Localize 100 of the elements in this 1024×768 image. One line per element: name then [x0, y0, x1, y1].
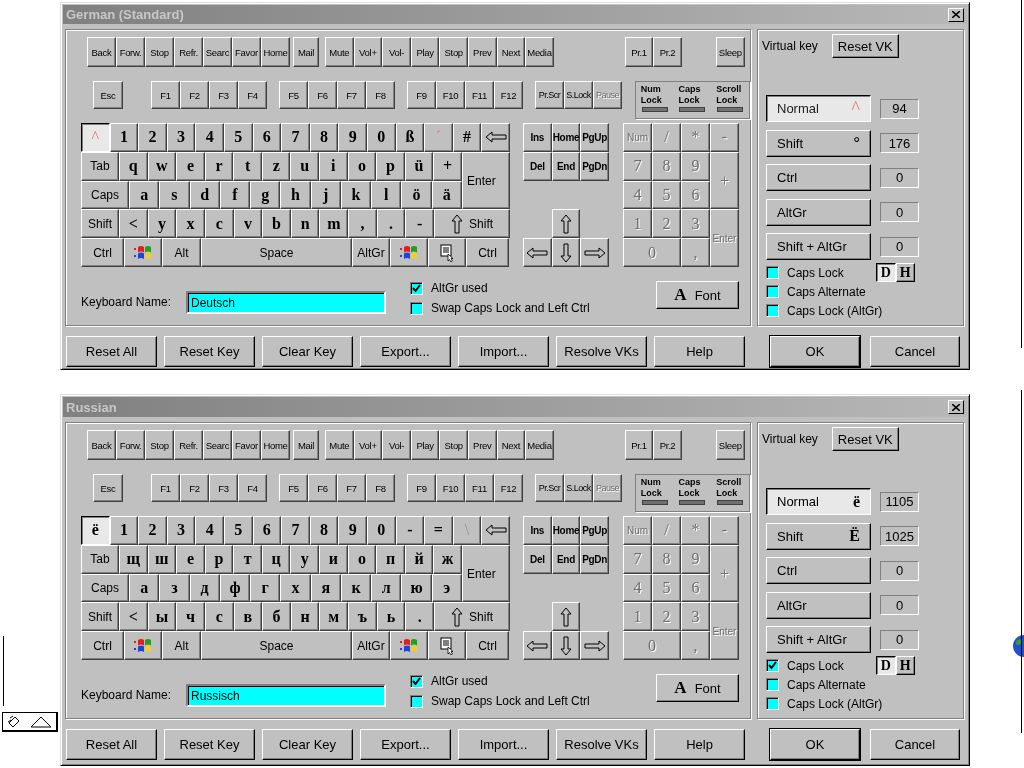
keyboard-key[interactable]: Tab [81, 544, 119, 574]
keyboard-key[interactable]: Stop [145, 430, 174, 460]
keyboard-key[interactable]: Favor [232, 430, 261, 460]
keyboard-key[interactable]: Esc [93, 474, 123, 502]
keyboard-key[interactable]: 4 [195, 123, 224, 152]
arrow-key[interactable] [551, 602, 581, 632]
key-code-field[interactable]: 176 [880, 133, 919, 153]
keyboard-key[interactable]: Forw. [116, 430, 145, 460]
dialog-button[interactable]: OK [770, 729, 860, 760]
keyboard-key[interactable]: ö [401, 180, 432, 210]
keyboard-key[interactable]: F11 [465, 474, 494, 502]
keyboard-key[interactable]: b [262, 209, 291, 239]
checkbox[interactable] [410, 281, 423, 295]
keyboard-key[interactable]: Stop [439, 37, 468, 67]
key-code-field[interactable]: 1025 [880, 526, 919, 546]
keyboard-key[interactable]: Caps [81, 180, 129, 210]
checkbox[interactable] [410, 694, 423, 708]
keyboard-key[interactable]: F10 [436, 81, 465, 109]
keyboard-key[interactable]: в [233, 602, 263, 632]
keyboard-key[interactable]: 1 [109, 123, 139, 152]
keyboard-key[interactable]: Back [87, 430, 116, 460]
keyboard-key[interactable]: t [233, 151, 262, 181]
keyboard-key[interactable]: Mail [293, 37, 319, 67]
keyboard-key[interactable]: End [551, 545, 581, 574]
keyboard-key[interactable]: 3 [166, 123, 196, 152]
keyboard-key[interactable]: Esc [93, 81, 123, 109]
keyboard-key[interactable]: F1 [151, 81, 180, 109]
keyboard-key[interactable]: F2 [180, 474, 209, 502]
keyboard-key[interactable]: п [376, 544, 405, 574]
keyboard-key[interactable]: F4 [238, 81, 267, 109]
keyboard-key[interactable]: Prev [467, 430, 497, 460]
keyboard-key[interactable]: Play [410, 430, 440, 460]
keyboard-key[interactable]: н [290, 602, 320, 632]
dialog-button[interactable]: Reset All [66, 729, 157, 760]
keyboard-key[interactable]: Ins [523, 123, 552, 152]
arrow-key[interactable] [580, 631, 609, 660]
keyboard-key[interactable]: 2 [138, 123, 167, 152]
keyboard-key[interactable]: AltGr [352, 631, 390, 660]
keyboard-key[interactable]: Pr.1 [624, 430, 654, 460]
keyboard-key[interactable] [428, 631, 466, 660]
keyboard-key[interactable]: 1 [109, 516, 139, 545]
key-code-field[interactable]: 0 [880, 629, 919, 650]
key-code-field[interactable]: 0 [880, 560, 919, 581]
keyboard-key[interactable]: 9 [338, 516, 367, 545]
keyboard-key[interactable]: Shift [434, 602, 511, 632]
dialog-button[interactable]: Resolve VKs [556, 336, 647, 367]
shift-state-button[interactable]: Ctrl [766, 557, 871, 584]
keyboard-key[interactable] [481, 516, 510, 545]
keyboard-key[interactable]: a [129, 180, 160, 210]
keyboard-key[interactable]: ю [401, 573, 432, 603]
keyboard-key[interactable]: - [395, 516, 425, 545]
keyboard-key[interactable]: F1 [151, 474, 180, 502]
keyboard-key[interactable]: ч [176, 602, 205, 632]
keyboard-key[interactable]: i [319, 151, 348, 181]
dialog-button[interactable]: Export... [360, 336, 451, 367]
keyboard-key[interactable]: Forw. [116, 37, 145, 67]
keyboard-key[interactable]: Pr.Scr [535, 81, 564, 109]
dialog-button[interactable]: OK [770, 336, 860, 367]
keyboard-key[interactable]: y [147, 209, 177, 239]
keyboard-key[interactable]: Next [496, 430, 526, 460]
keyboard-key[interactable]: # [452, 123, 482, 152]
keyboard-key[interactable]: c [204, 209, 234, 239]
dialog-button[interactable]: Import... [458, 729, 549, 760]
shift-state-button[interactable]: Ctrl [766, 164, 871, 191]
close-button[interactable] [948, 7, 964, 22]
keyboard-key[interactable]: e [176, 151, 205, 181]
arrow-key[interactable] [523, 631, 552, 660]
keyboard-key[interactable]: S.Lock [564, 474, 593, 502]
keyboard-key[interactable]: л [371, 573, 402, 603]
keyboard-key[interactable]: г [250, 573, 281, 603]
checkbox[interactable] [766, 678, 779, 691]
keyboard-key[interactable]: б [262, 602, 291, 632]
keyboard-key[interactable]: 2 [138, 516, 167, 545]
shift-state-button[interactable]: Shift Ё [766, 522, 871, 550]
keyboard-key[interactable]: Mail [293, 430, 319, 460]
checkbox[interactable] [766, 659, 779, 672]
keyboard-key[interactable]: Stop [439, 430, 468, 460]
keyboard-key[interactable]: F4 [238, 474, 267, 502]
keyboard-key[interactable]: F5 [279, 474, 308, 502]
keyboard-key[interactable]: Alt [162, 631, 201, 660]
keyboard-key[interactable]: Space [201, 238, 352, 267]
keyboard-key[interactable]: Vol- [382, 430, 411, 460]
keyboard-key[interactable]: ж [433, 544, 462, 574]
shift-state-button[interactable]: Shift ° [766, 129, 871, 157]
arrow-key[interactable] [551, 209, 581, 239]
keyboard-key[interactable]: < [119, 209, 148, 239]
keyboard-key[interactable]: т [233, 544, 262, 574]
keyboard-key[interactable]: ъ [348, 602, 377, 632]
keyboard-key[interactable]: Play [410, 37, 440, 67]
shift-state-button[interactable]: Normal ^ [766, 95, 871, 122]
keyboard-key[interactable]: 5 [223, 516, 253, 545]
keyboard-key[interactable]: е [176, 544, 205, 574]
keyboard-key[interactable]: Mute [325, 37, 354, 67]
keyboard-key[interactable]: Shift [81, 602, 119, 632]
keyboard-key[interactable]: Sleep [715, 37, 745, 67]
keyboard-key[interactable]: Shift [434, 209, 511, 239]
arrow-key[interactable] [551, 238, 581, 267]
keyboard-key[interactable]: щ [119, 544, 148, 574]
key-code-field[interactable]: 0 [880, 236, 919, 257]
key-code-field[interactable]: 0 [880, 595, 919, 615]
